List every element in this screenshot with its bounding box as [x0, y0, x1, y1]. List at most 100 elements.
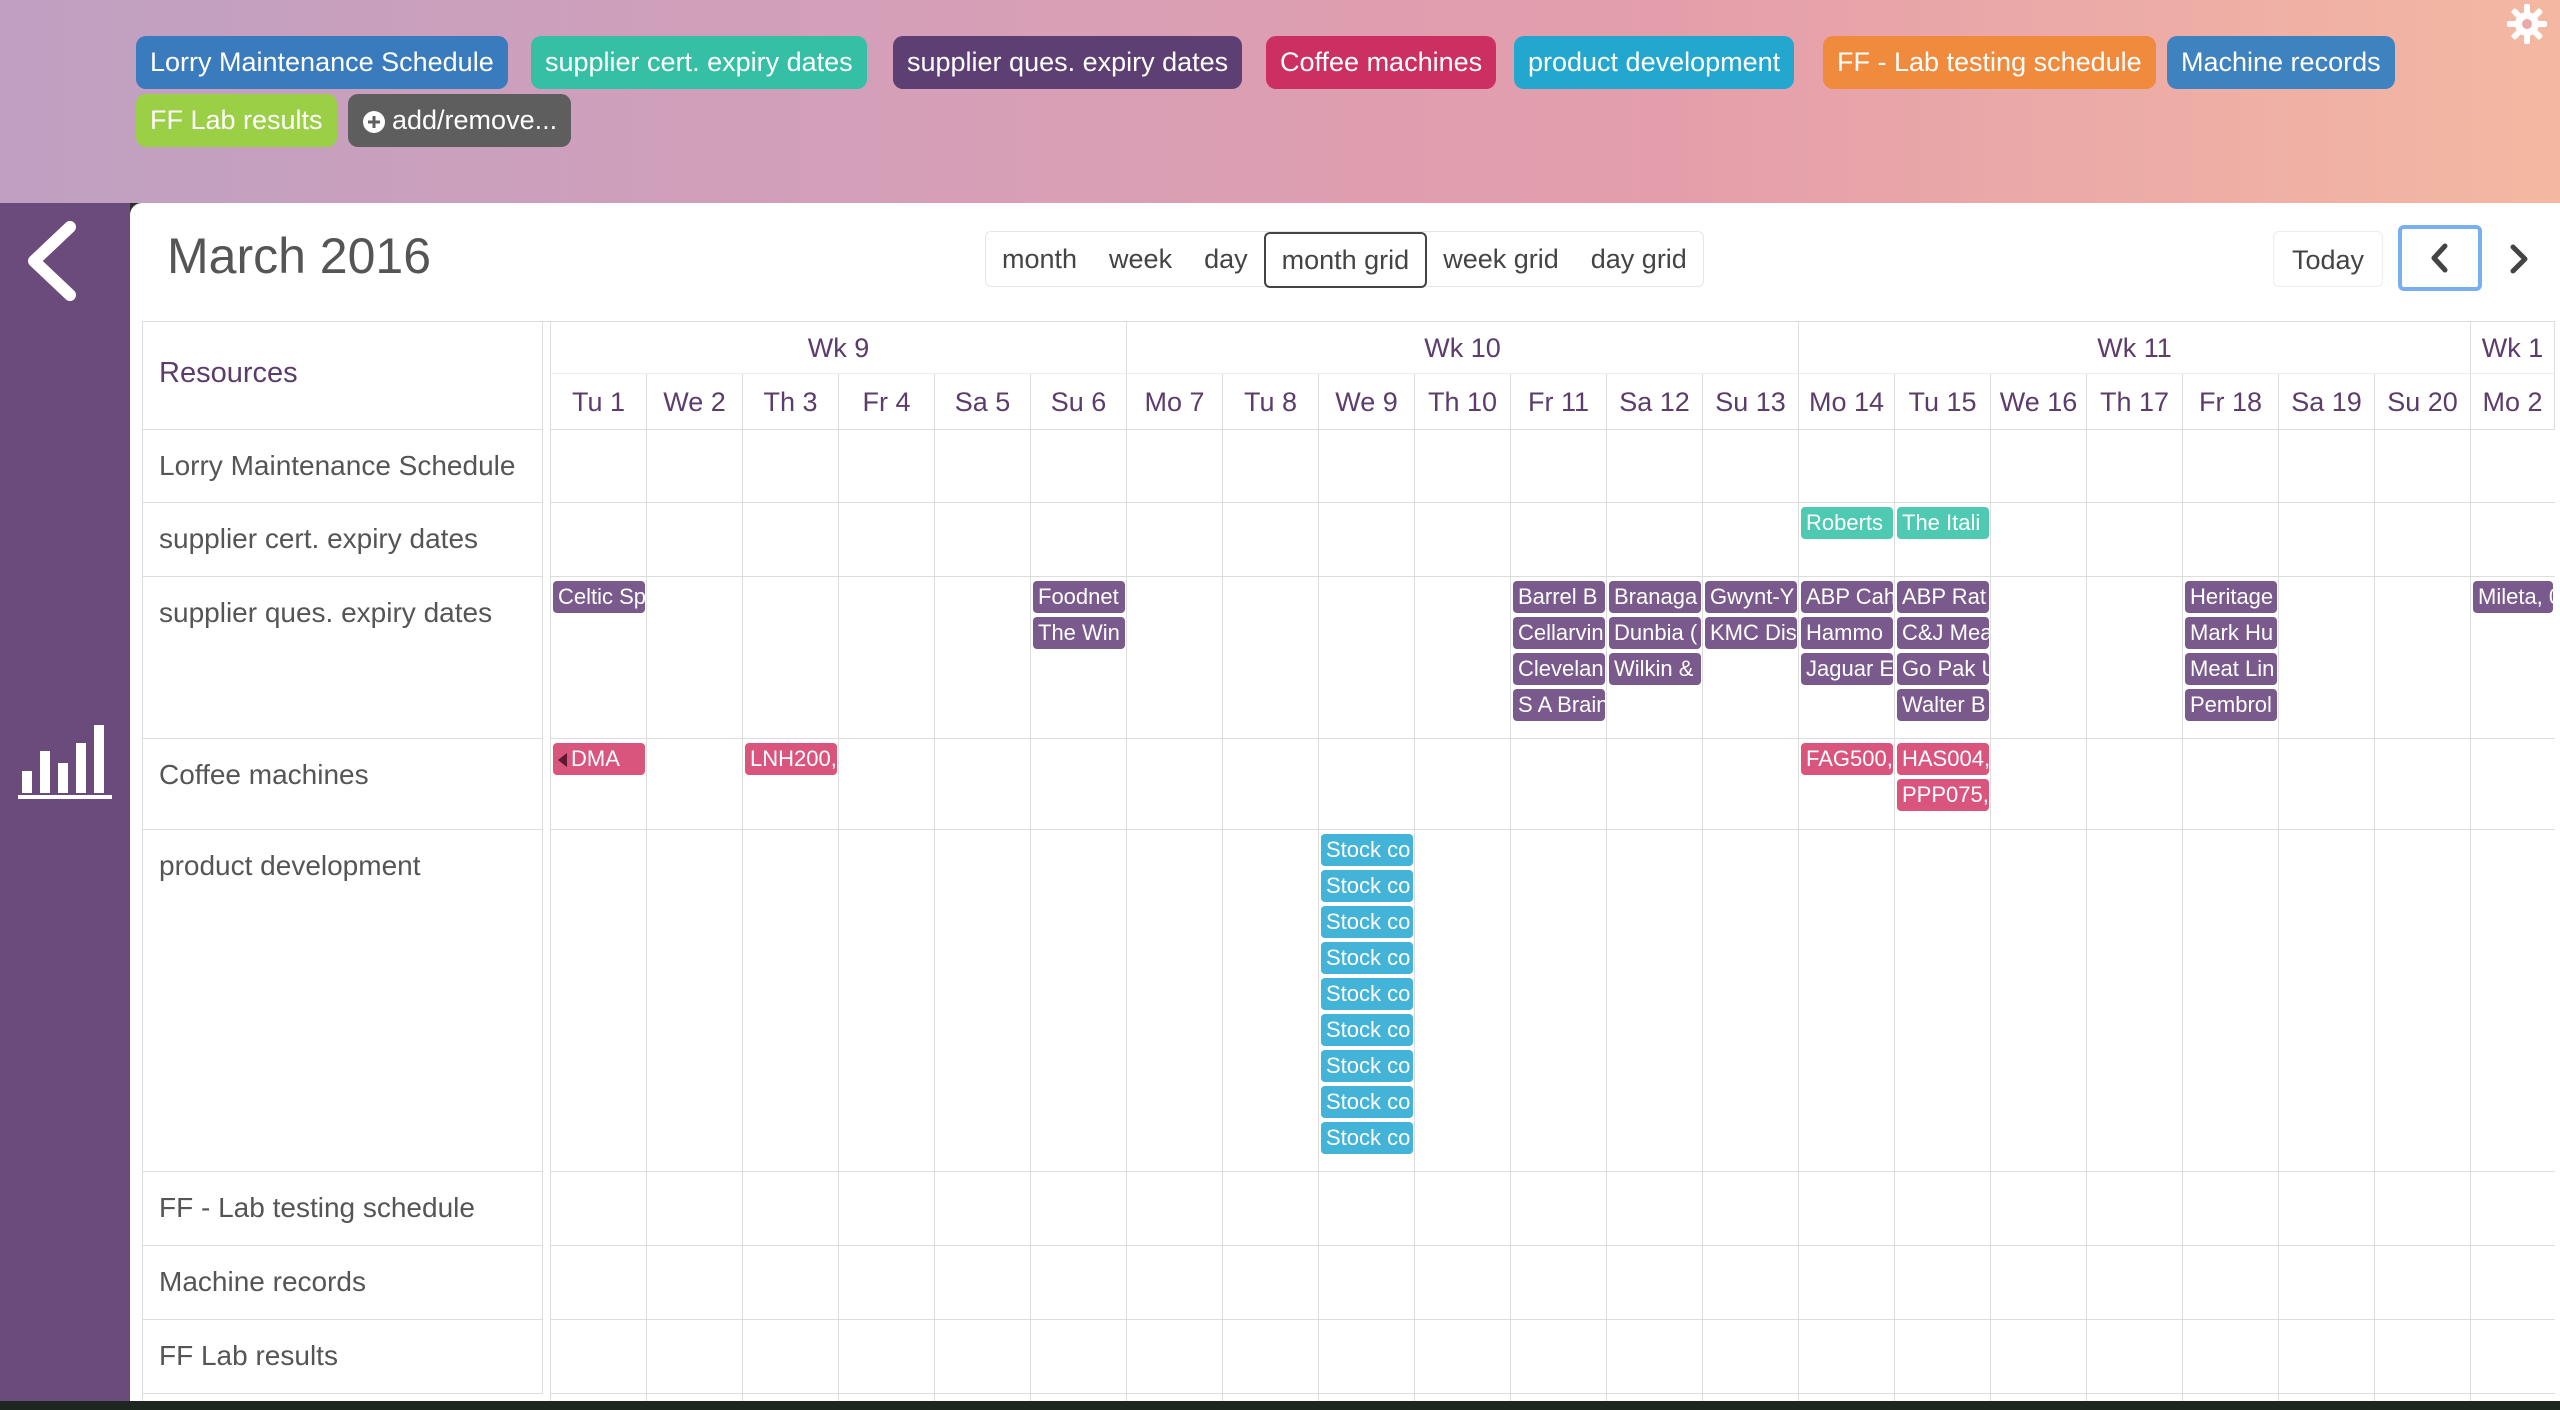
questionnaire-expiry-event[interactable]: Wilkin & [1609, 653, 1701, 685]
event-text: DMA [571, 746, 620, 771]
bar-chart-icon[interactable] [18, 721, 114, 801]
gear-icon[interactable] [2505, 2, 2549, 46]
product-development-event[interactable]: Stock co [1321, 1122, 1413, 1154]
grid-row-line [551, 576, 2555, 577]
window-bottom-edge [0, 1401, 2560, 1410]
questionnaire-expiry-event[interactable]: C&J Mea [1897, 617, 1989, 649]
questionnaire-expiry-event[interactable]: Clevelan [1513, 653, 1605, 685]
day-column-header: Su 20 [2375, 374, 2471, 430]
view-switcher: month week day month grid week grid day … [985, 231, 1704, 288]
product-development-event[interactable]: Stock co [1321, 942, 1413, 974]
day-column-header: Sa 19 [2279, 374, 2375, 430]
coffee-machine-event[interactable]: LNH200, [745, 743, 837, 775]
product-development-event[interactable]: Stock co [1321, 870, 1413, 902]
day-column-header: Mo 2 [2471, 374, 2555, 430]
day-column-header: Su 6 [1031, 374, 1127, 430]
coffee-machine-event[interactable]: DMA [553, 743, 645, 775]
cert-expiry-event[interactable]: The Itali [1897, 507, 1989, 539]
week-label: Wk 11 [1799, 322, 2471, 374]
filter-machine-records[interactable]: Machine records [2167, 36, 2395, 89]
coffee-machine-event[interactable]: PPP075, [1897, 779, 1989, 811]
questionnaire-expiry-event[interactable]: Jaguar E [1801, 653, 1893, 685]
questionnaire-expiry-event[interactable]: KMC Dis [1705, 617, 1797, 649]
filter-product-development[interactable]: product development [1514, 36, 1795, 89]
week-label: Wk 10 [1127, 322, 1799, 374]
day-column-header: Th 3 [743, 374, 839, 430]
questionnaire-expiry-event[interactable]: Heritage [2185, 581, 2277, 613]
day-column-header: Fr 4 [839, 374, 935, 430]
questionnaire-expiry-event[interactable]: Walter B [1897, 689, 1989, 721]
product-development-event[interactable]: Stock co [1321, 834, 1413, 866]
day-column-header: Mo 14 [1799, 374, 1895, 430]
today-button[interactable]: Today [2273, 231, 2383, 287]
resource-row-label: Machine records [143, 1246, 543, 1320]
questionnaire-expiry-event[interactable]: The Win [1033, 617, 1125, 649]
product-development-event[interactable]: Stock co [1321, 906, 1413, 938]
product-development-event[interactable]: Stock co [1321, 978, 1413, 1010]
questionnaire-expiry-event[interactable]: ABP Cah [1801, 581, 1893, 613]
filter-lorry-maintenance[interactable]: Lorry Maintenance Schedule [136, 36, 508, 89]
grid-row-line [551, 1245, 2555, 1246]
questionnaire-expiry-event[interactable]: Barrel B [1513, 581, 1605, 613]
day-column-header: We 16 [1991, 374, 2087, 430]
questionnaire-expiry-event[interactable]: Foodnet [1033, 581, 1125, 613]
view-day-button[interactable]: day [1188, 232, 1264, 286]
calendar-filter-bar: Lorry Maintenance Schedule supplier cert… [0, 0, 2560, 203]
next-button[interactable] [2490, 231, 2546, 287]
view-month-button[interactable]: month [986, 232, 1093, 286]
back-chevron-icon[interactable] [22, 221, 78, 301]
questionnaire-expiry-event[interactable]: Dunbia ( [1609, 617, 1701, 649]
add-remove-calendars-button[interactable]: add/remove... [348, 94, 572, 147]
resources-header: Resources [143, 322, 543, 430]
day-column-header: Th 10 [1415, 374, 1511, 430]
day-column-header: Sa 12 [1607, 374, 1703, 430]
questionnaire-expiry-event[interactable]: Mileta, 0 [2473, 581, 2553, 613]
questionnaire-expiry-event[interactable]: Meat Lin [2185, 653, 2277, 685]
day-column-header: Fr 11 [1511, 374, 1607, 430]
questionnaire-expiry-event[interactable]: Hammo [1801, 617, 1893, 649]
cert-expiry-event[interactable]: Roberts [1801, 507, 1893, 539]
questionnaire-expiry-event[interactable]: Gwynt-Y [1705, 581, 1797, 613]
previous-button[interactable] [2398, 225, 2482, 291]
questionnaire-expiry-event[interactable]: S A Brain [1513, 689, 1605, 721]
questionnaire-expiry-event[interactable]: Pembrol [2185, 689, 2277, 721]
resource-row-label: Lorry Maintenance Schedule [143, 430, 543, 503]
day-column-header: Tu 1 [551, 374, 647, 430]
resource-row-label: FF - Lab testing schedule [143, 1172, 543, 1246]
resource-row-label: supplier ques. expiry dates [143, 577, 543, 739]
day-column-header: Th 17 [2087, 374, 2183, 430]
day-column-header: We 9 [1319, 374, 1415, 430]
day-column-header: Mo 7 [1127, 374, 1223, 430]
filter-ff-lab-testing[interactable]: FF - Lab testing schedule [1823, 36, 2156, 89]
filter-ff-lab-results[interactable]: FF Lab results [136, 94, 337, 147]
resource-row-label: supplier cert. expiry dates [143, 503, 543, 577]
page-title: March 2016 [167, 228, 432, 284]
view-day-grid-button[interactable]: day grid [1575, 232, 1703, 286]
coffee-machine-event[interactable]: FAG500, [1801, 743, 1893, 775]
add-remove-label: add/remove... [392, 105, 558, 135]
filter-coffee-machines[interactable]: Coffee machines [1266, 36, 1497, 89]
questionnaire-expiry-event[interactable]: Celtic Sp [553, 581, 645, 613]
view-week-button[interactable]: week [1093, 232, 1188, 286]
questionnaire-expiry-event[interactable]: Cellarvin [1513, 617, 1605, 649]
resource-row-label: FF Lab results [143, 1320, 543, 1394]
grid-row-line [551, 1319, 2555, 1320]
product-development-event[interactable]: Stock co [1321, 1050, 1413, 1082]
product-development-event[interactable]: Stock co [1321, 1086, 1413, 1118]
view-month-grid-button[interactable]: month grid [1263, 232, 1428, 288]
questionnaire-expiry-event[interactable]: Branaga [1609, 581, 1701, 613]
questionnaire-expiry-event[interactable]: ABP Rat [1897, 581, 1989, 613]
coffee-machine-event[interactable]: HAS004, [1897, 743, 1989, 775]
questionnaire-expiry-event[interactable]: Go Pak U [1897, 653, 1989, 685]
questionnaire-expiry-event[interactable]: Mark Hu [2185, 617, 2277, 649]
calendar-panel: March 2016 month week day month grid wee… [130, 203, 2560, 1401]
grid-row-line [551, 738, 2555, 739]
view-week-grid-button[interactable]: week grid [1427, 232, 1575, 286]
filter-supplier-ques[interactable]: supplier ques. expiry dates [893, 36, 1243, 89]
filter-supplier-cert[interactable]: supplier cert. expiry dates [531, 36, 867, 89]
plus-circle-icon [363, 110, 385, 133]
day-column-header: Su 13 [1703, 374, 1799, 430]
day-column-header: Tu 8 [1223, 374, 1319, 430]
product-development-event[interactable]: Stock co [1321, 1014, 1413, 1046]
day-column-header: Fr 18 [2183, 374, 2279, 430]
